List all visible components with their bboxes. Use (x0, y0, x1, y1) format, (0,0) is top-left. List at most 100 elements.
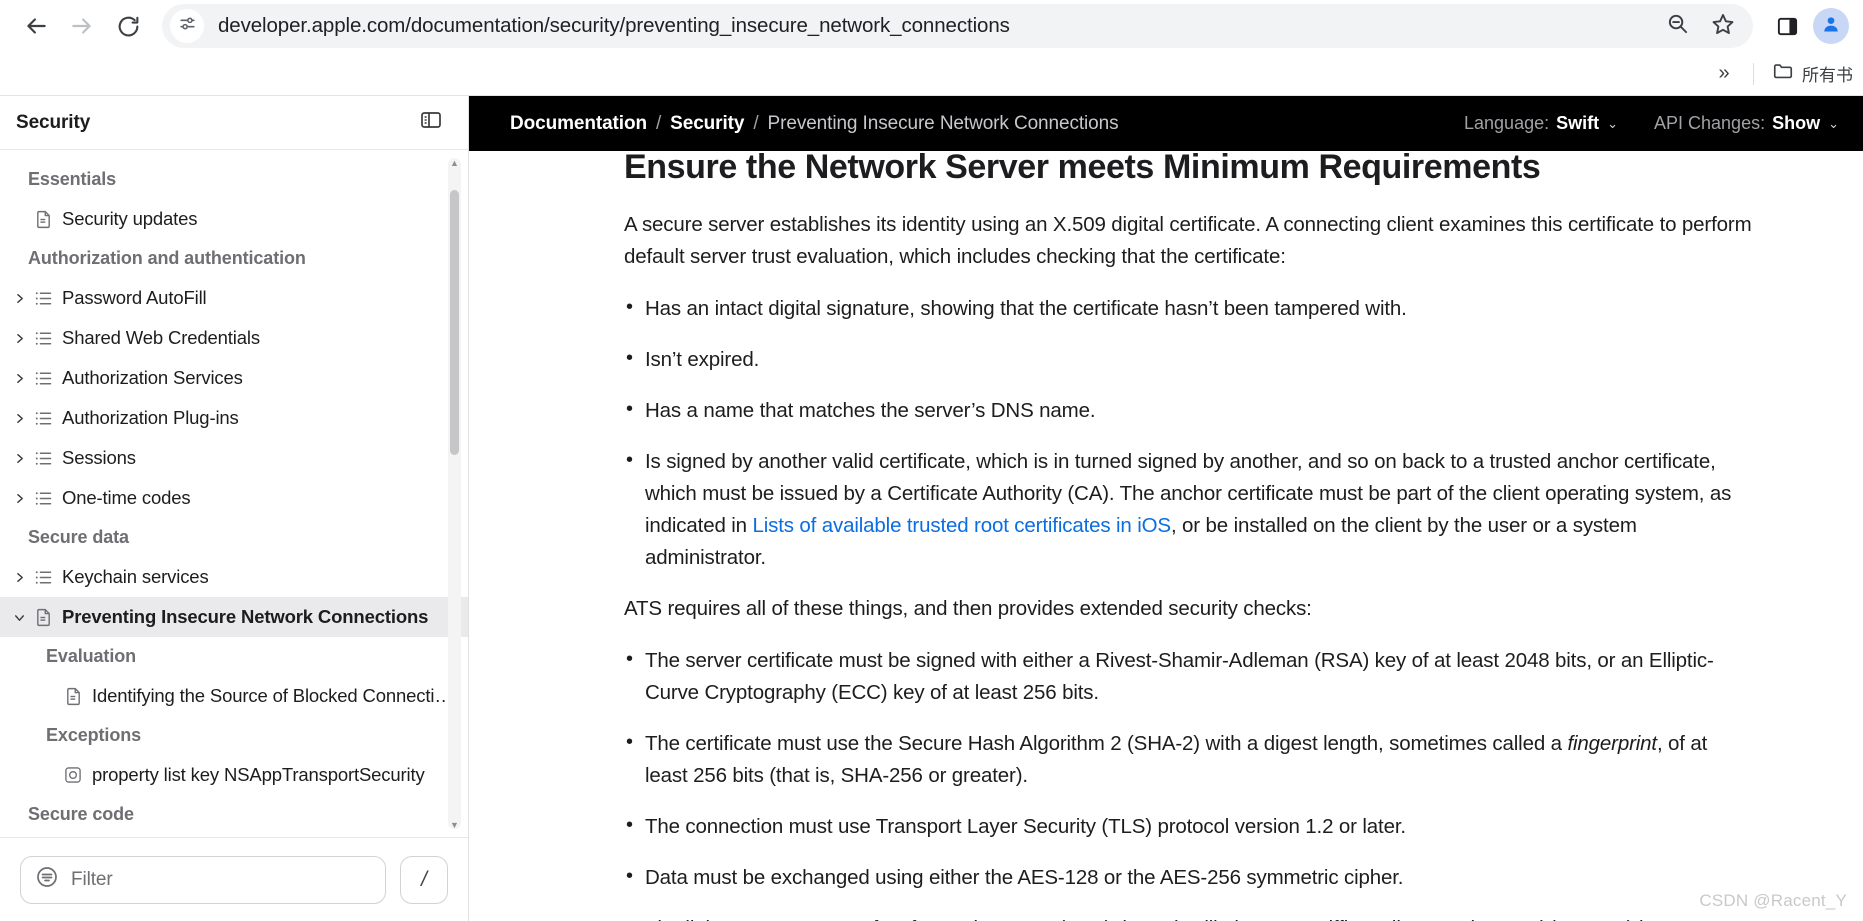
sidebar-nav-list: Essentials Security updates Authorization … (0, 160, 468, 837)
back-button[interactable] (14, 4, 58, 48)
sidebar-group-heading: Secure data (28, 527, 129, 547)
list-item: The certificate must use the Secure Hash… (624, 727, 1753, 792)
side-panel-button[interactable] (1765, 4, 1809, 48)
bookmarks-overflow-button[interactable]: » (1707, 57, 1741, 91)
sidebar-scrollbar[interactable]: ▲ ▼ (448, 156, 461, 831)
sidebar-item-identifying-the-source-of-blocked-connecti[interactable]: Identifying the Source of Blocked Connec… (0, 676, 468, 716)
doc-icon (30, 607, 56, 628)
list-item: Has an intact digital signature, showing… (624, 292, 1753, 325)
folder-icon (1772, 60, 1794, 87)
list-icon (30, 448, 56, 469)
doc-main: Documentation / Security / Preventing In… (469, 96, 1863, 921)
list-icon (30, 567, 56, 588)
breadcrumb-security[interactable]: Security (670, 113, 744, 135)
sidebar-item-authorization-plug-ins[interactable]: Authorization Plug-ins (0, 398, 468, 438)
browser-toolbar (0, 0, 1863, 52)
chevron-right-icon[interactable] (8, 372, 30, 385)
sidebar-item-password-autofill[interactable]: Password AutoFill (0, 278, 468, 318)
list-icon (30, 408, 56, 429)
language-label: Language: (1464, 113, 1550, 133)
doc-content: Ensure the Network Server meets Minimum … (469, 96, 1863, 921)
sidebar-footer: / (0, 837, 468, 921)
intro-paragraph: A secure server establishes its identity… (624, 213, 1752, 268)
fingerprint-emphasis: fingerprint (1567, 731, 1657, 755)
sidebar-item-label: Preventing Insecure Network Connections (62, 606, 429, 627)
scroll-up-arrow-icon[interactable]: ▲ (448, 156, 461, 169)
list-icon (30, 288, 56, 309)
doc-nav-controls: Language: Swift ⌄ API Changes: Show ⌄ (1464, 113, 1839, 134)
doc-icon (60, 686, 86, 707)
sidebar-item-authorization-services[interactable]: Authorization Services (0, 358, 468, 398)
api-changes-selector[interactable]: API Changes: Show ⌄ (1654, 113, 1839, 134)
reload-button[interactable] (106, 4, 150, 48)
api-changes-label: API Changes: (1654, 113, 1766, 133)
bookmark-folder-item[interactable]: 所有书 (1766, 56, 1859, 91)
sidebar-item-label: Password AutoFill (62, 287, 207, 308)
list-item: Is signed by another valid certificate, … (624, 445, 1753, 574)
language-value: Swift (1556, 113, 1600, 133)
chevron-right-icon[interactable] (8, 492, 30, 505)
omnibox-actions (1659, 8, 1747, 44)
side-panel-icon (1776, 15, 1799, 38)
zoom-out-magnifier-icon (1666, 12, 1689, 40)
reload-icon (116, 14, 141, 39)
sidebar-item-label: One-time codes (62, 487, 191, 508)
chevron-right-icon[interactable] (8, 412, 30, 425)
language-selector[interactable]: Language: Swift ⌄ (1464, 113, 1618, 134)
site-info-button[interactable] (170, 9, 204, 43)
url-input[interactable] (204, 14, 1659, 38)
sidebar-item-label: Identifying the Source of Blocked Connec… (92, 685, 453, 706)
trusted-root-certificates-link[interactable]: Lists of available trusted root certific… (752, 514, 1171, 537)
sidebar-item-shared-web-credentials[interactable]: Shared Web Credentials (0, 318, 468, 358)
sidebar-item-label: Keychain services (62, 566, 209, 587)
sidebar-item-preventing-insecure-network-connections[interactable]: Preventing Insecure Network Connections (0, 597, 468, 637)
sidebar-scrollbar-thumb[interactable] (450, 190, 459, 455)
chevron-right-icon[interactable] (8, 292, 30, 305)
sidebar-item-property-list-key-nsapptransportsecurity[interactable]: property list key NSAppTransportSecurity (0, 755, 468, 795)
api-changes-value: Show (1772, 113, 1821, 133)
sidebar-toggle-button[interactable] (416, 108, 446, 138)
address-bar[interactable] (162, 4, 1753, 48)
anchor-certificate-list: Is signed by another valid certificate, … (624, 445, 1753, 574)
sidebar-title: Security (16, 111, 91, 133)
filter-box[interactable] (20, 855, 386, 904)
breadcrumb-current: Preventing Insecure Network Connections (767, 112, 1119, 134)
breadcrumb-separator-2: / (753, 112, 759, 134)
scroll-down-arrow-icon[interactable]: ▼ (448, 818, 461, 831)
bookmarks-divider (1753, 62, 1754, 85)
sidebar-item-label: Sessions (62, 447, 136, 468)
filter-shortcut-key[interactable]: / (400, 855, 448, 904)
breadcrumb: Documentation / Security / Preventing In… (510, 113, 1119, 135)
sidebar-item-keychain-services[interactable]: Keychain services (0, 557, 468, 597)
sidebar-item-label: property list key NSAppTransportSecurity (92, 764, 425, 785)
list-icon (30, 488, 56, 509)
star-icon (1711, 12, 1735, 41)
sidebar-item-one-time-codes[interactable]: One-time codes (0, 478, 468, 518)
forward-arrow-icon (69, 13, 95, 39)
tune-icon (178, 14, 197, 38)
bookmark-button[interactable] (1705, 8, 1741, 44)
breadcrumb-documentation[interactable]: Documentation (510, 113, 647, 135)
chevron-right-icon[interactable] (8, 332, 30, 345)
filter-input[interactable] (71, 868, 371, 891)
page-body: Security Essentials Security updates Autho… (0, 95, 1863, 921)
chevron-right-icon[interactable] (8, 571, 30, 584)
list-item: Isn’t expired. (624, 343, 1753, 376)
sidebar-item-label: Security updates (62, 208, 198, 229)
sidebar-item-label: Authorization Plug-ins (62, 407, 239, 428)
certificate-checks-list: Has an intact digital signature, showing… (624, 292, 1753, 427)
chevron-down-icon[interactable] (8, 611, 30, 624)
chevron-right-icon[interactable] (8, 452, 30, 465)
profile-button[interactable] (1813, 8, 1849, 44)
watermark: CSDN @Racent_Y (1699, 891, 1847, 910)
list-icon (30, 328, 56, 349)
breadcrumb-separator-1: / (655, 112, 662, 134)
sidebar-item-sessions[interactable]: Sessions (0, 438, 468, 478)
chevron-down-icon: ⌄ (1607, 115, 1619, 131)
sidebar-item-security-updates[interactable]: Security updates (0, 199, 468, 239)
forward-button[interactable] (60, 4, 104, 48)
sidebar-group-heading: Exceptions (46, 725, 142, 745)
sidebar-item-code-signing-services[interactable]: Code Signing Services (0, 834, 468, 837)
doc-top-nav: Documentation / Security / Preventing In… (469, 96, 1863, 151)
zoom-button[interactable] (1659, 8, 1695, 44)
